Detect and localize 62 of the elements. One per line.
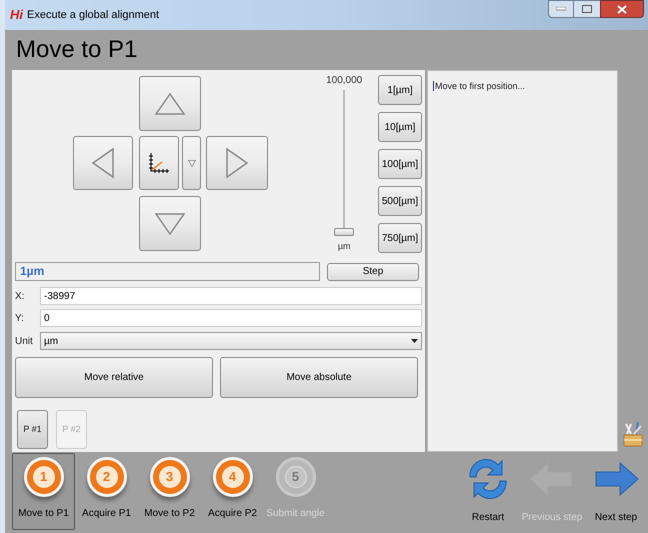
app-logo: Hi — [10, 6, 23, 24]
step-number-badge: 3 — [150, 457, 190, 497]
step-label: Acquire P2 — [208, 507, 257, 521]
nav-label: Restart — [472, 511, 504, 525]
slider-unit-label: µm — [338, 240, 351, 253]
coordinate-input-field[interactable]: -38997 — [40, 287, 422, 305]
wizard-step-button[interactable]: 4 Acquire P2 — [201, 453, 264, 530]
up-arrow-button[interactable] — [139, 76, 201, 131]
field-label: Y: — [15, 312, 25, 326]
slider-thumb[interactable] — [334, 228, 354, 236]
maximize-icon — [582, 5, 592, 13]
step-preset-button[interactable]: 500[µm] — [378, 186, 422, 216]
step-preset-button[interactable]: 750[µm] — [378, 223, 422, 253]
triangle-right-icon — [225, 147, 249, 179]
step-preset-button[interactable]: 1[µm] — [378, 75, 422, 105]
dropdown-arrow-icon — [411, 339, 418, 343]
step-preset-button[interactable]: 100[µm] — [378, 149, 422, 179]
left-arrow-button[interactable] — [73, 136, 133, 190]
caret-icon — [188, 160, 196, 166]
toolbox-icon[interactable] — [622, 422, 644, 448]
minimize-button[interactable] — [548, 0, 574, 18]
slider-max-label: 100,000 — [326, 74, 362, 88]
wizard-step-button[interactable]: 2 Acquire P1 — [75, 453, 138, 530]
triangle-left-icon — [91, 147, 115, 179]
step-label: Submit angle — [266, 507, 325, 521]
close-button[interactable] — [600, 0, 644, 18]
triangle-down-icon — [154, 212, 186, 236]
step-label: Move to P2 — [144, 507, 195, 521]
nav-button[interactable]: Restart — [456, 453, 520, 530]
step-preset-button[interactable]: 10[µm] — [378, 112, 422, 142]
window-title: Execute a global alignment — [27, 8, 160, 23]
field-label: X: — [15, 290, 26, 304]
wizard-step-button[interactable]: 1 Move to P1 — [12, 453, 75, 530]
move-button[interactable]: Move absolute — [220, 357, 418, 398]
point-button[interactable]: P #1 — [17, 410, 48, 449]
right-arrow-button[interactable] — [206, 136, 268, 190]
page-heading: Move to P1 — [16, 35, 138, 65]
step-number-badge: 1 — [24, 457, 64, 497]
unit-label: Unit — [15, 334, 34, 348]
down-arrow-button[interactable] — [139, 196, 201, 251]
step-number-badge: 5 — [276, 457, 316, 497]
step-slider[interactable] — [332, 90, 356, 236]
nav-label: Next step — [594, 511, 638, 525]
move-button[interactable]: Move relative — [15, 357, 213, 398]
log-text: Move to first position... — [433, 81, 526, 91]
triangle-up-icon — [154, 92, 186, 116]
step-display: 1µm — [15, 262, 320, 281]
step-label: Move to P1 — [18, 507, 69, 521]
step-button[interactable]: Step — [327, 262, 419, 280]
step-label: Acquire P1 — [82, 507, 131, 521]
minimize-icon — [556, 7, 566, 11]
step-number-badge: 4 — [212, 457, 252, 497]
nav-button[interactable]: Next step — [584, 453, 648, 530]
close-icon — [617, 4, 627, 14]
nav-label: Previous step — [522, 511, 582, 525]
wizard-step-button[interactable]: 3 Move to P2 — [138, 453, 201, 530]
step-number-badge: 2 — [86, 457, 126, 497]
axes-icon — [147, 151, 171, 175]
maximize-button[interactable] — [574, 0, 600, 18]
unit-dropdown[interactable]: µm — [40, 332, 422, 350]
coordinate-input-field[interactable]: 0 — [40, 309, 422, 327]
origin-button[interactable] — [139, 136, 179, 190]
